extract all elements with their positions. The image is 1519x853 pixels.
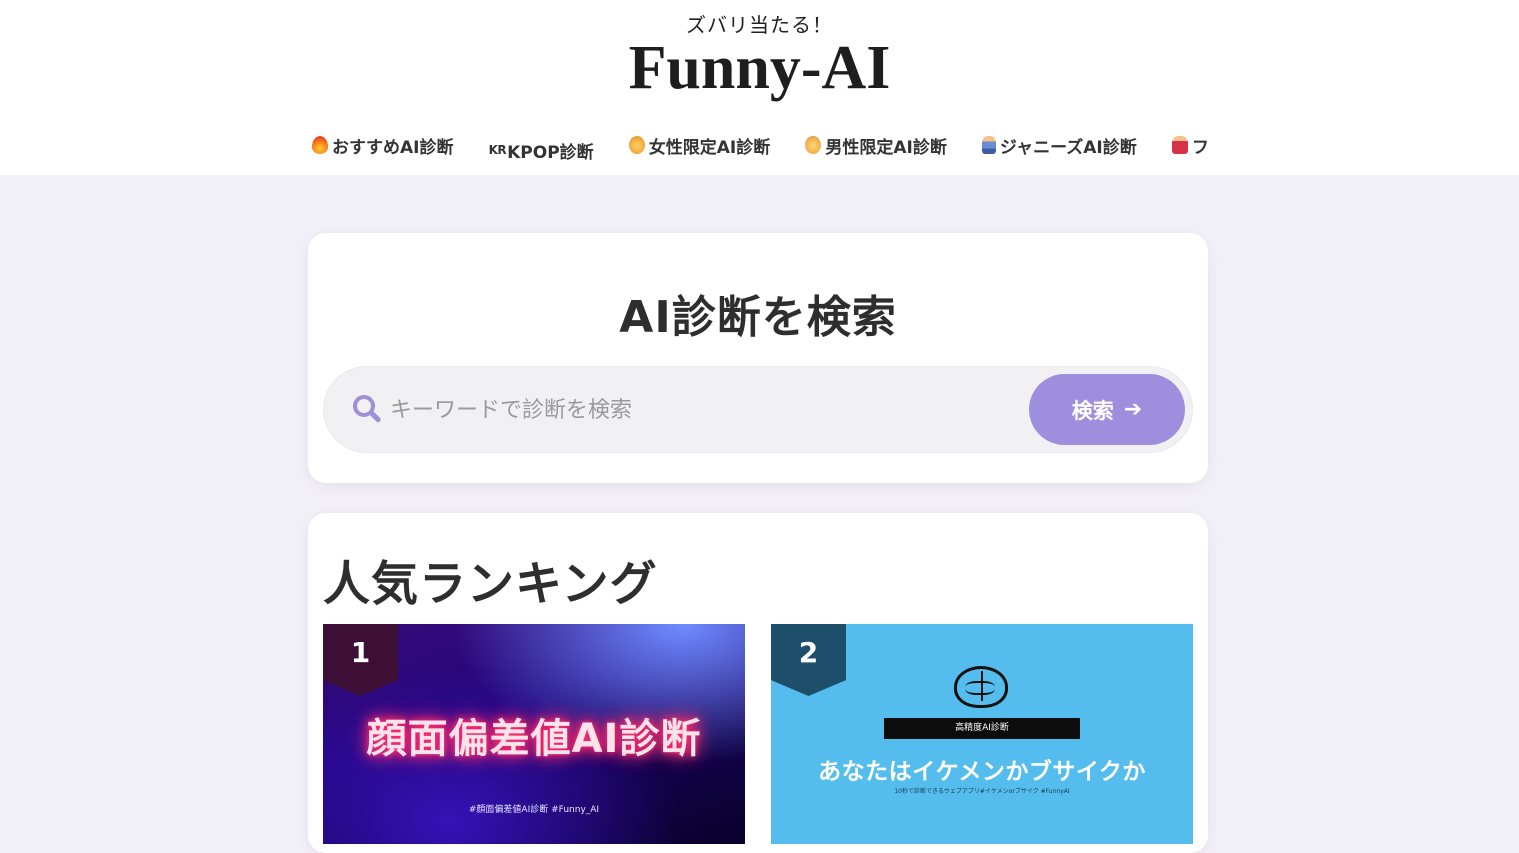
man-dancing-icon — [981, 136, 996, 154]
ranking-item-heading: あなたはイケメンかブサイクか — [818, 759, 1146, 785]
nav-item-more[interactable]: フ — [1171, 130, 1208, 160]
search-button[interactable]: 検索 ➔ — [1029, 374, 1185, 445]
site-header: ズバリ当たる！ Funny-AI おすすめAI診断 KR KPOP診断 女性限定… — [0, 0, 1519, 175]
arrow-right-icon: ➔ — [1123, 397, 1143, 422]
nav-item-men[interactable]: 男性限定AI診断 — [805, 130, 947, 160]
nav-item-label: おすすめAI診断 — [332, 137, 454, 158]
kr-flag-icon: KR — [488, 143, 507, 157]
ranking-title: 人気ランキング — [323, 557, 658, 612]
rank-badge: 1 — [323, 624, 398, 696]
nav-item-label: フ — [1191, 137, 1208, 158]
nav-item-kpop[interactable]: KR KPOP診断 — [488, 135, 594, 161]
ranking-item-2[interactable]: 2 高精度AI診断 あなたはイケメンかブサイクか 10秒で診断できるウェブアプリ… — [771, 624, 1193, 844]
ranking-card: 人気ランキング 1 顔面偏差値AI診断 #顔面偏差値AI診断 #Funny_AI… — [308, 513, 1208, 853]
ranking-item-band: 高精度AI診断 — [884, 718, 1080, 739]
man-icon — [805, 136, 822, 154]
ranking-item-heading: 顔面偏差値AI診断 — [366, 716, 702, 762]
woman-icon — [628, 136, 645, 154]
search-title: AI診断を検索 — [619, 292, 897, 343]
nav-item-label: 男性限定AI診断 — [825, 137, 947, 158]
site-logo[interactable]: ズバリ当たる！ Funny-AI — [0, 10, 1519, 99]
ranking-item-subtitle: 10秒で診断できるウェブアプリ#イケメンorブサイク #FunnyAI — [894, 788, 1070, 795]
search-input[interactable] — [390, 388, 1010, 432]
nav-item-label: 女性限定AI診断 — [648, 137, 771, 158]
site-title[interactable]: Funny-AI — [0, 37, 1519, 99]
fire-icon — [312, 136, 328, 154]
category-nav: おすすめAI診断 KR KPOP診断 女性限定AI診断 男性限定AI診断 ジャニ… — [312, 130, 1208, 160]
nav-item-label: KPOP診断 — [507, 142, 594, 161]
woman-dancing-icon — [1171, 136, 1188, 154]
ranking-item-1[interactable]: 1 顔面偏差値AI診断 #顔面偏差値AI診断 #Funny_AI — [323, 624, 745, 844]
search-bar: 検索 ➔ — [323, 366, 1193, 453]
brain-icon — [954, 666, 1008, 708]
rank-badge: 2 — [771, 624, 846, 696]
nav-item-label: ジャニーズAI診断 — [999, 137, 1137, 158]
nav-item-johnnys[interactable]: ジャニーズAI診断 — [981, 130, 1137, 160]
search-button-label: 検索 — [1071, 398, 1114, 423]
search-icon — [353, 395, 375, 417]
nav-item-recommended[interactable]: おすすめAI診断 — [312, 130, 453, 160]
nav-item-women[interactable]: 女性限定AI診断 — [628, 130, 771, 160]
search-card: AI診断を検索 検索 ➔ — [308, 233, 1208, 483]
ranking-item-hashtags: #顔面偏差値AI診断 #Funny_AI — [468, 805, 600, 815]
